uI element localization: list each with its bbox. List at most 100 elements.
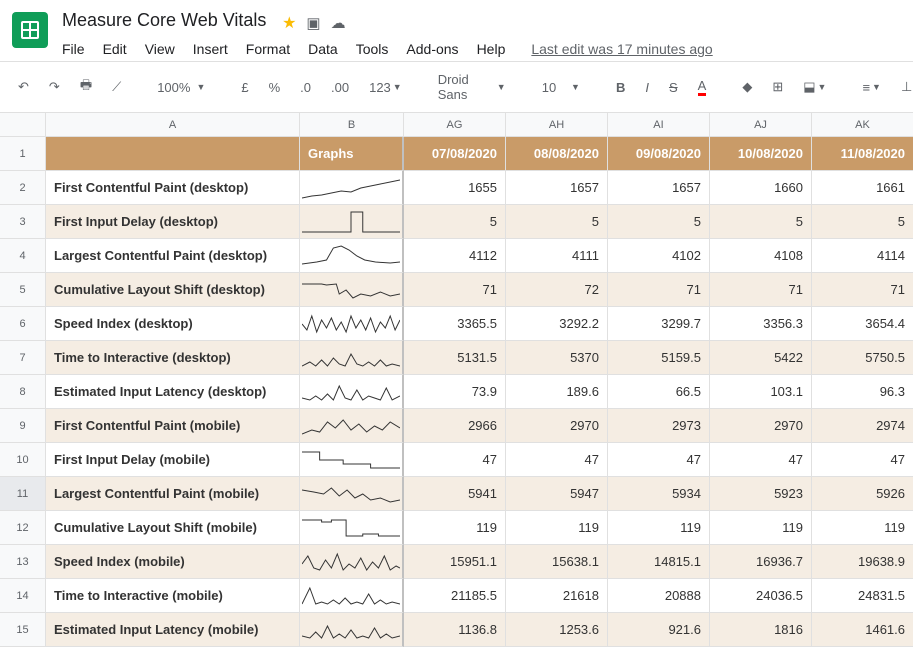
row-header[interactable]: 2 (0, 171, 46, 205)
row-header[interactable]: 4 (0, 239, 46, 273)
data-cell[interactable]: 47 (506, 443, 608, 477)
data-cell[interactable]: 20888 (608, 579, 710, 613)
text-color-button[interactable]: A (692, 74, 713, 100)
undo-button[interactable]: ↶ (12, 75, 35, 99)
data-cell[interactable]: 4112 (404, 239, 506, 273)
data-cell[interactable]: 24831.5 (812, 579, 913, 613)
row-header[interactable]: 10 (0, 443, 46, 477)
data-cell[interactable]: 5 (506, 205, 608, 239)
sparkline-cell[interactable] (300, 375, 404, 409)
data-cell[interactable]: 1253.6 (506, 613, 608, 647)
data-cell[interactable]: 16936.7 (710, 545, 812, 579)
data-cell[interactable]: 5 (404, 205, 506, 239)
data-cell[interactable]: 119 (710, 511, 812, 545)
metric-label[interactable]: Time to Interactive (mobile) (46, 579, 300, 613)
data-cell[interactable]: 4102 (608, 239, 710, 273)
data-cell[interactable]: 189.6 (506, 375, 608, 409)
data-cell[interactable]: 2970 (710, 409, 812, 443)
col-header-A[interactable]: A (46, 113, 300, 137)
row-header[interactable]: 5 (0, 273, 46, 307)
paint-format-button[interactable]: ⟋ (106, 75, 127, 99)
borders-button[interactable]: ⊞ (766, 75, 789, 99)
row-header[interactable]: 6 (0, 307, 46, 341)
metric-label[interactable]: Cumulative Layout Shift (mobile) (46, 511, 300, 545)
menu-edit[interactable]: Edit (103, 41, 127, 57)
data-cell[interactable]: 1816 (710, 613, 812, 647)
data-cell[interactable]: 47 (608, 443, 710, 477)
cell[interactable]: 07/08/2020 (404, 137, 506, 171)
doc-title[interactable]: Measure Core Web Vitals (58, 8, 270, 33)
metric-label[interactable]: Speed Index (mobile) (46, 545, 300, 579)
data-cell[interactable]: 3292.2 (506, 307, 608, 341)
star-icon[interactable]: ★ (282, 13, 296, 33)
cell[interactable]: 10/08/2020 (710, 137, 812, 171)
col-header-AI[interactable]: AI (608, 113, 710, 137)
metric-label[interactable]: Time to Interactive (desktop) (46, 341, 300, 375)
menu-format[interactable]: Format (246, 41, 290, 57)
data-cell[interactable]: 5 (710, 205, 812, 239)
col-header-B[interactable]: B (300, 113, 404, 137)
row-header[interactable]: 9 (0, 409, 46, 443)
metric-label[interactable]: Speed Index (desktop) (46, 307, 300, 341)
cell[interactable]: Graphs (300, 137, 404, 171)
data-cell[interactable]: 2973 (608, 409, 710, 443)
row-header[interactable]: 1 (0, 137, 46, 171)
percent-button[interactable]: % (263, 76, 287, 99)
data-cell[interactable]: 1461.6 (812, 613, 913, 647)
metric-label[interactable]: Largest Contentful Paint (mobile) (46, 477, 300, 511)
data-cell[interactable]: 5923 (710, 477, 812, 511)
row-header[interactable]: 12 (0, 511, 46, 545)
data-cell[interactable]: 5926 (812, 477, 913, 511)
font-select[interactable]: Droid Sans▼ (432, 68, 512, 106)
data-cell[interactable]: 1657 (608, 171, 710, 205)
col-header-AH[interactable]: AH (506, 113, 608, 137)
data-cell[interactable]: 5934 (608, 477, 710, 511)
data-cell[interactable]: 5941 (404, 477, 506, 511)
sparkline-cell[interactable] (300, 579, 404, 613)
data-cell[interactable]: 5750.5 (812, 341, 913, 375)
row-header[interactable]: 14 (0, 579, 46, 613)
data-cell[interactable]: 119 (506, 511, 608, 545)
data-cell[interactable]: 1661 (812, 171, 913, 205)
metric-label[interactable]: Largest Contentful Paint (desktop) (46, 239, 300, 273)
data-cell[interactable]: 5947 (506, 477, 608, 511)
data-cell[interactable]: 3356.3 (710, 307, 812, 341)
font-size-select[interactable]: 10 ▼ (536, 76, 586, 99)
more-formats-button[interactable]: 123▼ (363, 76, 408, 99)
data-cell[interactable]: 5131.5 (404, 341, 506, 375)
sparkline-cell[interactable] (300, 205, 404, 239)
metric-label[interactable]: Estimated Input Latency (desktop) (46, 375, 300, 409)
metric-label[interactable]: First Contentful Paint (mobile) (46, 409, 300, 443)
menu-addons[interactable]: Add-ons (406, 41, 458, 57)
data-cell[interactable]: 5 (812, 205, 913, 239)
menu-insert[interactable]: Insert (193, 41, 228, 57)
sparkline-cell[interactable] (300, 613, 404, 647)
data-cell[interactable]: 5159.5 (608, 341, 710, 375)
sparkline-cell[interactable] (300, 273, 404, 307)
data-cell[interactable]: 72 (506, 273, 608, 307)
increase-decimal-button[interactable]: .00 (325, 76, 355, 99)
data-cell[interactable]: 15638.1 (506, 545, 608, 579)
fill-color-button[interactable]: ◆ (736, 75, 758, 99)
data-cell[interactable]: 71 (404, 273, 506, 307)
sparkline-cell[interactable] (300, 511, 404, 545)
strike-button[interactable]: S (663, 76, 684, 99)
data-cell[interactable]: 19638.9 (812, 545, 913, 579)
data-cell[interactable]: 3299.7 (608, 307, 710, 341)
italic-button[interactable]: I (639, 76, 655, 99)
menu-file[interactable]: File (62, 41, 85, 57)
data-cell[interactable]: 4108 (710, 239, 812, 273)
data-cell[interactable]: 3654.4 (812, 307, 913, 341)
menu-view[interactable]: View (145, 41, 175, 57)
bold-button[interactable]: B (610, 76, 631, 99)
row-header[interactable]: 15 (0, 613, 46, 647)
col-header-AJ[interactable]: AJ (710, 113, 812, 137)
metric-label[interactable]: First Input Delay (mobile) (46, 443, 300, 477)
data-cell[interactable]: 5 (608, 205, 710, 239)
sparkline-cell[interactable] (300, 171, 404, 205)
data-cell[interactable]: 119 (812, 511, 913, 545)
currency-button[interactable]: £ (235, 76, 254, 99)
data-cell[interactable]: 71 (608, 273, 710, 307)
row-header[interactable]: 13 (0, 545, 46, 579)
data-cell[interactable]: 47 (710, 443, 812, 477)
